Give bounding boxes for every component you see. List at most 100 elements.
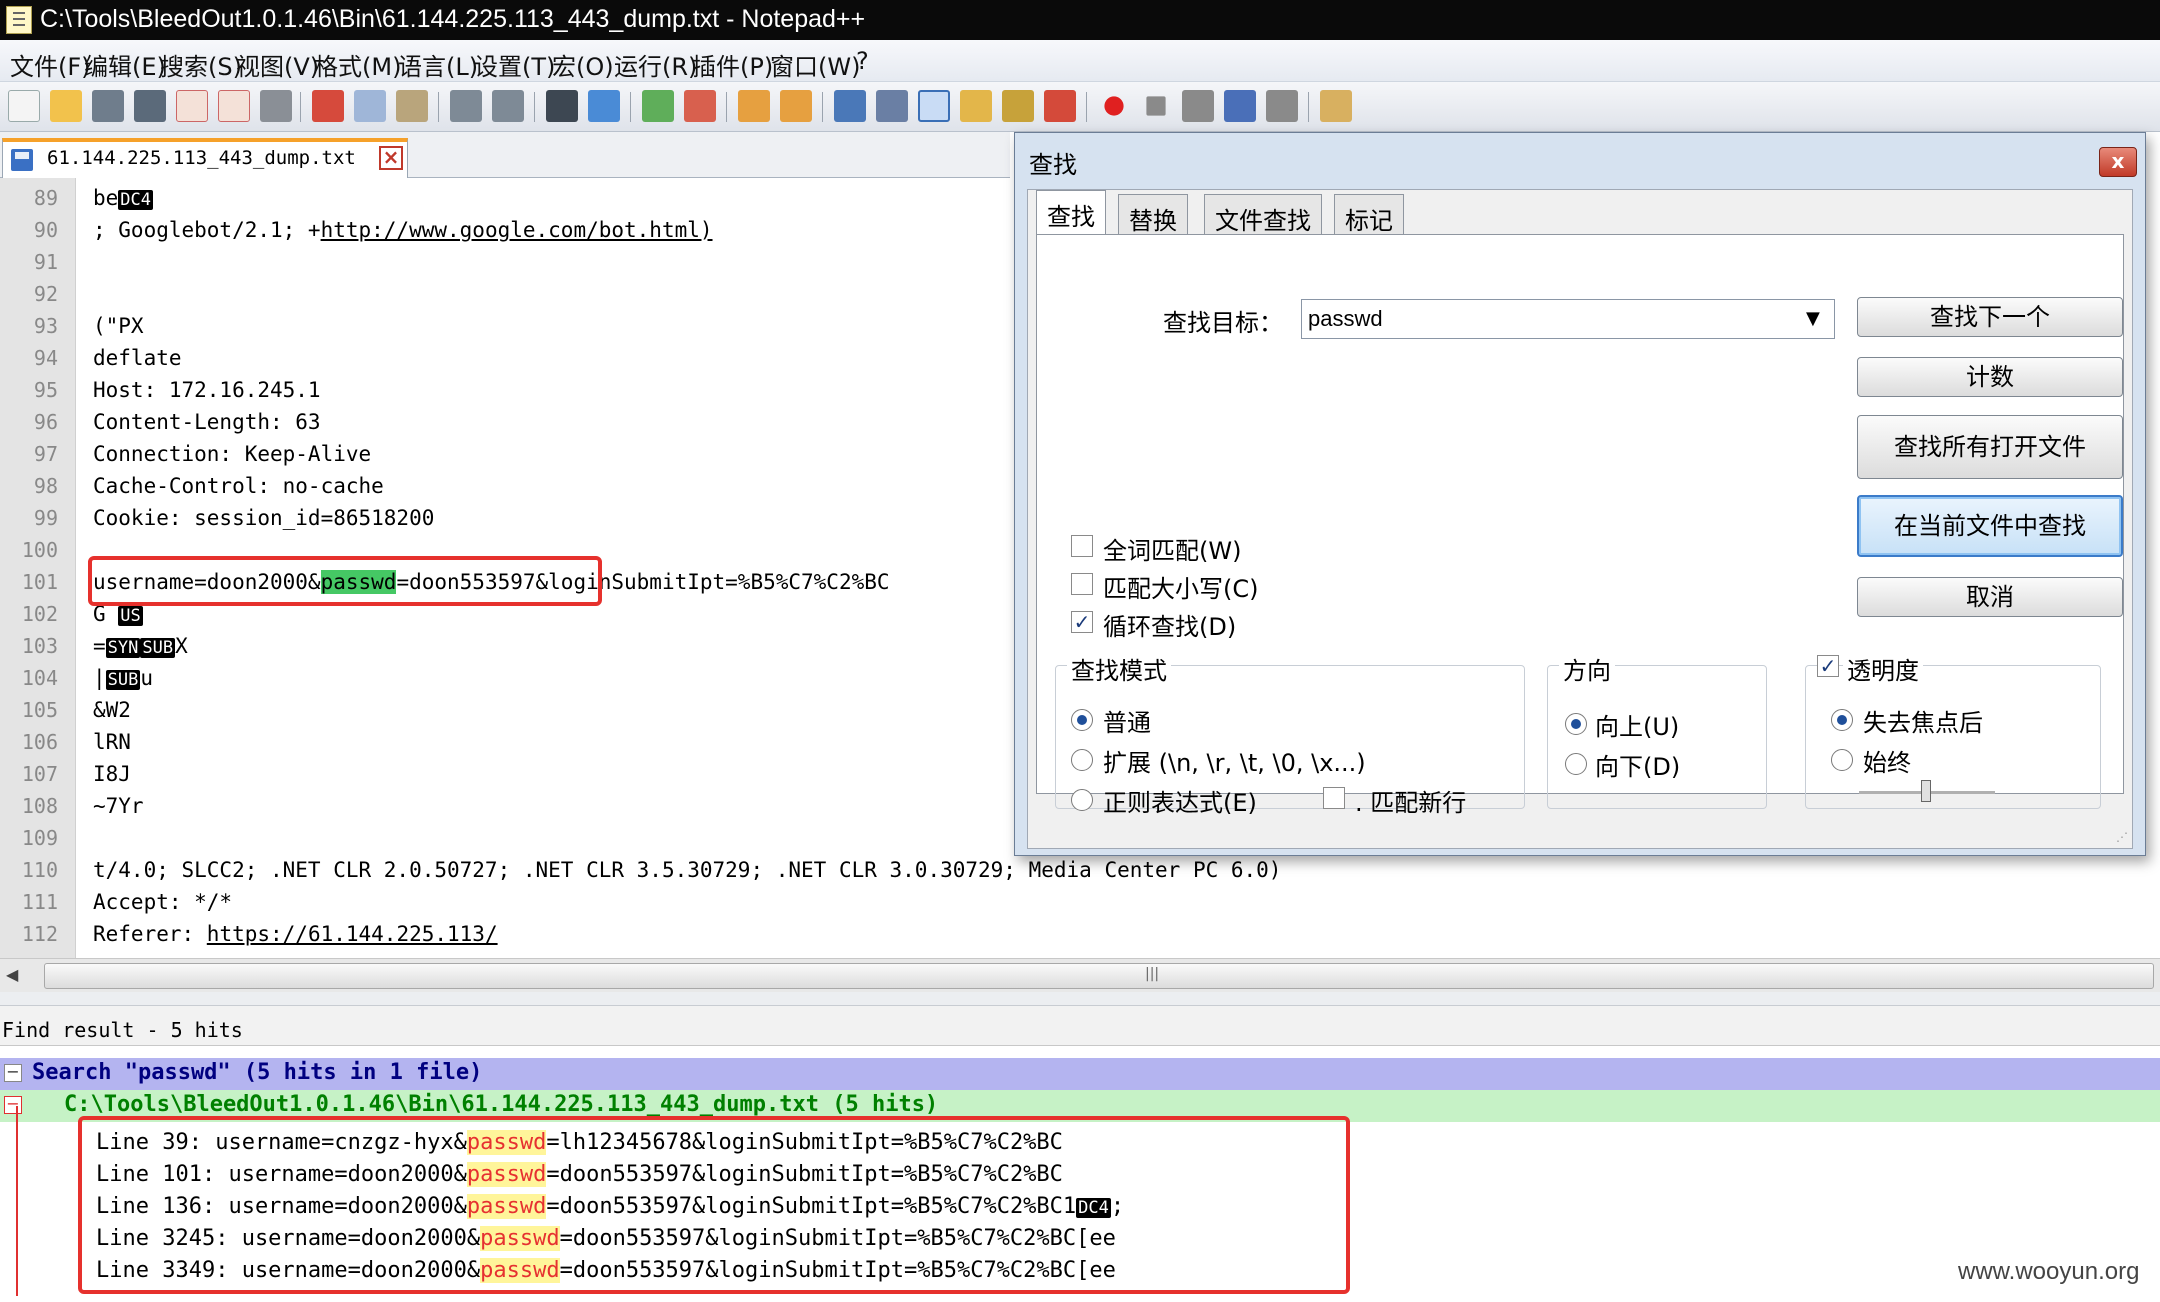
dot-newline-checkbox[interactable] bbox=[1323, 787, 1345, 809]
title-bar: C:\Tools\BleedOut1.0.1.46\Bin\61.144.225… bbox=[0, 0, 2160, 40]
tab-dump-file[interactable]: 61.144.225.113_443_dump.txt × bbox=[2, 138, 408, 178]
plugin-icon[interactable] bbox=[1320, 90, 1352, 122]
user-language-icon[interactable] bbox=[960, 90, 992, 122]
match-case-checkbox[interactable] bbox=[1071, 573, 1093, 595]
menu-edit[interactable]: 编辑(E) bbox=[84, 47, 166, 82]
mode-extended-radio[interactable] bbox=[1071, 749, 1093, 771]
indent-guide-icon[interactable] bbox=[918, 90, 950, 122]
close-file-icon[interactable] bbox=[176, 90, 208, 122]
transparency-checkbox[interactable]: ✓ bbox=[1817, 655, 1839, 677]
menu-plugins[interactable]: 插件(P) bbox=[692, 47, 773, 82]
scroll-left-icon[interactable]: ◀ bbox=[6, 965, 26, 985]
sync-vertical-icon[interactable] bbox=[738, 90, 770, 122]
save-all-icon[interactable] bbox=[134, 90, 166, 122]
open-file-icon[interactable] bbox=[50, 90, 82, 122]
menu-macro[interactable]: 宏(O) bbox=[552, 47, 614, 82]
scrollbar-thumb[interactable]: ||| bbox=[44, 963, 2154, 989]
toolbar-separator bbox=[726, 92, 727, 122]
sync-horizontal-icon[interactable] bbox=[780, 90, 812, 122]
menu-help[interactable]: ? bbox=[856, 47, 869, 75]
redo-icon[interactable] bbox=[492, 90, 524, 122]
stop-macro-icon[interactable] bbox=[1146, 96, 1166, 116]
collapse-icon[interactable]: − bbox=[4, 1096, 22, 1114]
toolbar-separator bbox=[438, 92, 439, 122]
menu-settings[interactable]: 设置(T) bbox=[474, 47, 555, 82]
direction-down-radio[interactable] bbox=[1565, 753, 1587, 775]
code-line-93: ("PX bbox=[93, 314, 144, 338]
tab-replace[interactable]: 替换 bbox=[1118, 194, 1188, 235]
window-title: C:\Tools\BleedOut1.0.1.46\Bin\61.144.225… bbox=[40, 5, 866, 33]
panel-splitter[interactable] bbox=[0, 992, 2160, 1006]
undo-icon[interactable] bbox=[450, 90, 482, 122]
paste-icon[interactable] bbox=[396, 90, 428, 122]
find-icon[interactable] bbox=[546, 90, 578, 122]
zoom-out-icon[interactable] bbox=[684, 90, 716, 122]
code-line-108: ~7Yr bbox=[93, 794, 144, 818]
zoom-in-icon[interactable] bbox=[642, 90, 674, 122]
replace-icon[interactable] bbox=[588, 90, 620, 122]
toolbar-separator bbox=[1086, 92, 1087, 122]
cut-icon[interactable] bbox=[312, 90, 344, 122]
menu-format[interactable]: 格式(M) bbox=[314, 47, 401, 82]
save-macro-icon[interactable] bbox=[1266, 90, 1298, 122]
resize-grip-icon[interactable]: ⋰ bbox=[2116, 830, 2130, 844]
find-target-input[interactable]: passwd ▼ bbox=[1301, 299, 1835, 339]
close-all-icon[interactable] bbox=[218, 90, 250, 122]
grip-icon: ||| bbox=[1145, 966, 1160, 982]
direction-up-radio[interactable] bbox=[1565, 713, 1587, 735]
record-macro-icon[interactable] bbox=[1104, 96, 1124, 116]
code-line-97: Connection: Keep-Alive bbox=[93, 442, 372, 466]
chevron-down-icon[interactable]: ▼ bbox=[1806, 308, 1820, 329]
menu-window[interactable]: 窗口(W) bbox=[770, 47, 860, 82]
tab-find-in-files[interactable]: 文件查找 bbox=[1204, 194, 1322, 235]
tab-strip: 61.144.225.113_443_dump.txt × bbox=[0, 132, 1010, 178]
save-icon[interactable] bbox=[92, 90, 124, 122]
highlight-box-editor bbox=[88, 556, 602, 606]
url-link[interactable]: https://61.144.225.113/ bbox=[207, 922, 498, 946]
tab-close-icon[interactable]: × bbox=[379, 146, 403, 170]
collapse-icon[interactable]: − bbox=[4, 1064, 22, 1082]
toolbar-separator bbox=[630, 92, 631, 122]
whole-word-label: 全词匹配(W) bbox=[1103, 537, 1242, 565]
new-file-icon[interactable] bbox=[8, 90, 40, 122]
dialog-close-button[interactable]: x bbox=[2099, 147, 2137, 177]
file-summary: C:\Tools\BleedOut1.0.1.46\Bin\61.144.225… bbox=[64, 1092, 939, 1117]
mode-normal-radio[interactable] bbox=[1071, 709, 1093, 731]
play-macro-icon[interactable] bbox=[1182, 90, 1214, 122]
code-line-90: ; Googlebot/2.1; +http://www.google.com/… bbox=[93, 218, 713, 242]
tab-mark[interactable]: 标记 bbox=[1334, 194, 1404, 235]
cancel-button[interactable]: 取消 bbox=[1857, 577, 2123, 617]
transparency-always-radio[interactable] bbox=[1831, 749, 1853, 771]
url-link[interactable]: http://www.google.com/bot.html) bbox=[321, 218, 713, 242]
whole-word-checkbox[interactable] bbox=[1071, 535, 1093, 557]
transparency-on-blur-radio[interactable] bbox=[1831, 709, 1853, 731]
notepad-app-icon[interactable] bbox=[6, 6, 32, 34]
transparency-slider-thumb[interactable] bbox=[1921, 780, 1931, 802]
count-button[interactable]: 计数 bbox=[1857, 357, 2123, 397]
word-wrap-icon[interactable] bbox=[834, 90, 866, 122]
find-all-open-files-button[interactable]: 查找所有打开文件 bbox=[1857, 415, 2123, 479]
tab-find[interactable]: 查找 bbox=[1036, 190, 1106, 236]
document-map-icon[interactable] bbox=[1002, 90, 1034, 122]
menu-run[interactable]: 运行(R) bbox=[614, 47, 697, 82]
menu-file[interactable]: 文件(F) bbox=[10, 47, 91, 82]
copy-icon[interactable] bbox=[354, 90, 386, 122]
menu-search[interactable]: 搜索(S) bbox=[160, 47, 242, 82]
find-all-current-file-button[interactable]: 在当前文件中查找 bbox=[1857, 495, 2123, 557]
find-next-button[interactable]: 查找下一个 bbox=[1857, 297, 2123, 337]
control-char: SUB bbox=[105, 670, 141, 690]
search-summary-row[interactable]: − Search "passwd" (5 hits in 1 file) bbox=[0, 1058, 2160, 1090]
function-list-icon[interactable] bbox=[1044, 90, 1076, 122]
match-case-label: 匹配大小写(C) bbox=[1103, 575, 1259, 603]
menu-language[interactable]: 语言(L) bbox=[398, 47, 478, 82]
run-macro-multiple-icon[interactable] bbox=[1224, 90, 1256, 122]
show-all-chars-icon[interactable] bbox=[876, 90, 908, 122]
horizontal-scrollbar[interactable]: ◀ ||| bbox=[0, 958, 2160, 992]
print-icon[interactable] bbox=[260, 90, 292, 122]
find-results-list[interactable]: − Search "passwd" (5 hits in 1 file) − C… bbox=[0, 1046, 2160, 1302]
menu-view[interactable]: 视图(V) bbox=[236, 47, 319, 82]
wrap-around-checkbox[interactable]: ✓ bbox=[1071, 611, 1093, 633]
mode-regex-radio[interactable] bbox=[1071, 789, 1093, 811]
menu-bar: 文件(F) 编辑(E) 搜索(S) 视图(V) 格式(M) 语言(L) 设置(T… bbox=[0, 40, 2160, 82]
code-line-105: &W2 bbox=[93, 698, 131, 722]
